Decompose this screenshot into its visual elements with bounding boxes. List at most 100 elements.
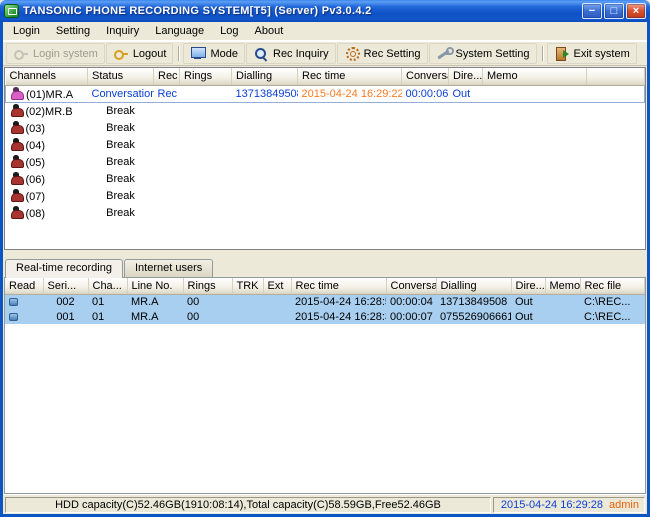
- column-header-direction[interactable]: Dire...: [449, 68, 483, 85]
- cell-channel: (05): [6, 153, 88, 170]
- channel-row[interactable]: (03) Break: [6, 119, 645, 136]
- column-header-memo[interactable]: Memo: [545, 278, 580, 294]
- column-header-channel[interactable]: Cha...: [88, 278, 127, 294]
- recording-row[interactable]: 001 01 MR.A 00 2015-04-24 16:28:39 00:00…: [5, 309, 645, 324]
- window-controls: − □ ×: [582, 3, 646, 19]
- column-header-rec-time[interactable]: Rec time: [298, 68, 402, 85]
- column-header-conversation[interactable]: Conversa...: [386, 278, 436, 294]
- cell-status: Conversation: [88, 85, 154, 102]
- cell-conversation: 00:00:06: [402, 85, 449, 102]
- cell-direction: [449, 187, 483, 204]
- cell-filler: [587, 119, 645, 136]
- mode-button[interactable]: Mode: [183, 43, 245, 64]
- column-header-trk[interactable]: TRK: [232, 278, 263, 294]
- cell-rec-time: [298, 102, 402, 119]
- close-button[interactable]: ×: [626, 3, 646, 19]
- column-header-direction[interactable]: Dire...: [511, 278, 545, 294]
- column-header-memo[interactable]: Memo: [483, 68, 587, 85]
- agent-icon: [10, 155, 23, 168]
- rec-setting-button[interactable]: Rec Setting: [337, 43, 428, 64]
- menu-about[interactable]: About: [247, 23, 292, 39]
- column-header-rec[interactable]: Rec: [154, 68, 180, 85]
- cell-status: Break: [88, 153, 154, 170]
- titlebar: TANSONIC PHONE RECORDING SYSTEM[T5] (Ser…: [0, 0, 650, 22]
- cell-dialling: 13713849508: [232, 85, 298, 102]
- channel-label: (07): [26, 191, 46, 203]
- tab-internet-users[interactable]: Internet users: [124, 259, 213, 277]
- cell-direction: [449, 136, 483, 153]
- cell-channel: (06): [6, 170, 88, 187]
- status-user: admin: [609, 499, 639, 511]
- column-header-status[interactable]: Status: [88, 68, 154, 85]
- cell-rec: [154, 119, 180, 136]
- menu-inquiry[interactable]: Inquiry: [98, 23, 147, 39]
- cell-status: Break: [88, 119, 154, 136]
- channel-row[interactable]: (02)MR.B Break: [6, 102, 645, 119]
- channel-label: (04): [26, 140, 46, 152]
- cell-rings: [180, 102, 232, 119]
- cell-ext: [263, 309, 291, 324]
- minimize-button[interactable]: −: [582, 3, 602, 19]
- tab-real-time-recording[interactable]: Real-time recording: [5, 259, 123, 278]
- column-header-rings[interactable]: Rings: [183, 278, 232, 294]
- column-header-read[interactable]: Read: [5, 278, 43, 294]
- channel-row[interactable]: (01)MR.A Conversation Rec 13713849508 20…: [6, 85, 645, 102]
- cell-rec-time: 2015-04-24 16:29:22: [298, 85, 402, 102]
- column-header-rec-time[interactable]: Rec time: [291, 278, 386, 294]
- key-icon: [13, 46, 29, 61]
- menu-log[interactable]: Log: [212, 23, 246, 39]
- cell-dialling: [232, 170, 298, 187]
- maximize-button[interactable]: □: [604, 3, 624, 19]
- login-system-button[interactable]: Login system: [6, 43, 105, 64]
- recordings-table: Read Seri... Cha... Line No. Rings TRK E…: [5, 278, 645, 324]
- channel-row[interactable]: (04) Break: [6, 136, 645, 153]
- exit-system-button[interactable]: Exit system: [547, 43, 637, 64]
- cell-rec: [154, 153, 180, 170]
- column-header-rec-file[interactable]: Rec file: [580, 278, 645, 294]
- channel-row[interactable]: (07) Break: [6, 187, 645, 204]
- cell-direction: [449, 204, 483, 221]
- cell-direction: Out: [449, 85, 483, 102]
- cell-rec-time: 2015-04-24 16:28:39: [291, 309, 386, 324]
- cell-filler: [587, 170, 645, 187]
- column-header-serial[interactable]: Seri...: [43, 278, 88, 294]
- system-setting-button[interactable]: System Setting: [429, 43, 537, 64]
- toolbar-button-label: Login system: [33, 48, 98, 60]
- column-header-filler: [587, 68, 645, 85]
- cell-direction: [449, 153, 483, 170]
- cell-channel: 01: [88, 309, 127, 324]
- column-header-rings[interactable]: Rings: [180, 68, 232, 85]
- window-body: Login Setting Inquiry Language Log About…: [0, 22, 650, 517]
- cell-conversation: 00:00:07: [386, 309, 436, 324]
- cell-rings: [180, 204, 232, 221]
- menu-setting[interactable]: Setting: [48, 23, 98, 39]
- cell-conversation: [402, 170, 449, 187]
- cell-channel: (03): [6, 119, 88, 136]
- column-header-conversation[interactable]: Conversa...: [402, 68, 449, 85]
- search-icon: [253, 46, 269, 61]
- cell-rec-time: [298, 170, 402, 187]
- menu-login[interactable]: Login: [5, 23, 48, 39]
- cell-status: Break: [88, 187, 154, 204]
- cell-conversation: [402, 153, 449, 170]
- column-header-dialling[interactable]: Dialling: [232, 68, 298, 85]
- rec-inquiry-button[interactable]: Rec Inquiry: [246, 43, 336, 64]
- cell-dialling: 13713849508: [436, 294, 511, 309]
- cell-line-no: MR.A: [127, 294, 183, 309]
- channel-row[interactable]: (06) Break: [6, 170, 645, 187]
- column-header-ext[interactable]: Ext: [263, 278, 291, 294]
- channel-row[interactable]: (08) Break: [6, 204, 645, 221]
- status-right-panel: 2015-04-24 16:29:28 admin: [493, 497, 645, 513]
- cell-rings: 00: [183, 309, 232, 324]
- channel-row[interactable]: (05) Break: [6, 153, 645, 170]
- logout-button[interactable]: Logout: [106, 43, 174, 64]
- cell-rings: [180, 136, 232, 153]
- column-header-dialling[interactable]: Dialling: [436, 278, 511, 294]
- column-header-channels[interactable]: Channels: [6, 68, 88, 85]
- column-header-line-no[interactable]: Line No.: [127, 278, 183, 294]
- menu-language[interactable]: Language: [147, 23, 212, 39]
- recording-row[interactable]: 002 01 MR.A 00 2015-04-24 16:28:52 00:00…: [5, 294, 645, 309]
- cell-status: Break: [88, 136, 154, 153]
- agent-icon: [10, 172, 23, 185]
- status-bar: HDD capacity(C)52.46GB(1910:08:14),Total…: [3, 494, 647, 514]
